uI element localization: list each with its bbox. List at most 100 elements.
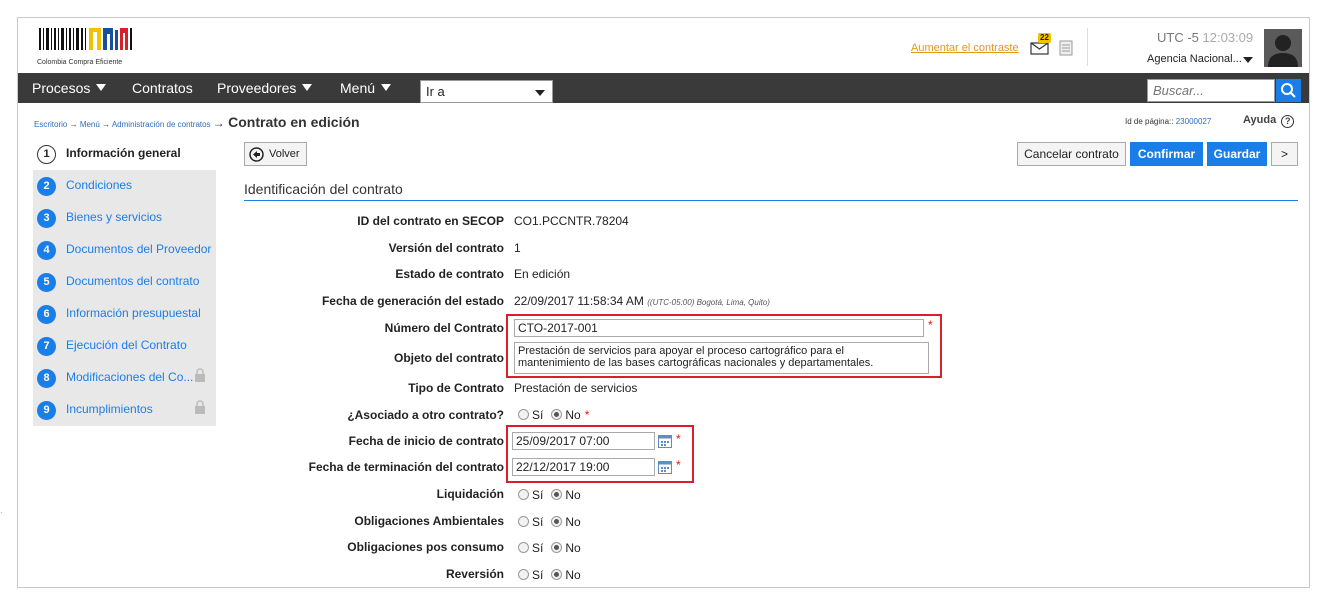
- goto-select-value: Ir a: [426, 84, 445, 99]
- radio-si[interactable]: [518, 489, 529, 500]
- agency-selector[interactable]: Agencia Nacional...: [1147, 53, 1242, 65]
- radio-si[interactable]: [518, 542, 529, 553]
- utc-label: UTC -5: [1157, 30, 1199, 45]
- objeto-contrato-textarea[interactable]: Prestación de servicios para apoyar el p…: [514, 342, 929, 374]
- required-mark: *: [928, 318, 933, 332]
- breadcrumb-arrow-icon: →: [212, 116, 229, 130]
- logo[interactable]: Colombia Compra Eficiente: [37, 28, 147, 68]
- caret-down-icon: [96, 84, 107, 91]
- asociado-radio-group: Sí No *: [518, 408, 589, 422]
- step-documentos-contrato[interactable]: 5 Documentos del contrato: [33, 266, 216, 298]
- search-button[interactable]: [1276, 79, 1301, 102]
- clock: UTC -5 12:03:09: [1157, 30, 1253, 45]
- version-label: Versión del contrato: [388, 241, 504, 255]
- numero-contrato-input[interactable]: CTO-2017-001: [514, 319, 924, 337]
- radio-no[interactable]: [551, 569, 563, 580]
- nav-label: Menú: [340, 80, 376, 96]
- header-divider: [1087, 28, 1088, 66]
- step-incumplimientos[interactable]: 9 Incumplimientos: [33, 394, 216, 426]
- step-label: Información presupuestal: [66, 306, 201, 320]
- back-button[interactable]: Volver: [244, 142, 307, 166]
- step-documentos-proveedor[interactable]: 4 Documentos del Proveedor: [33, 234, 216, 266]
- step-label: Incumplimientos: [66, 402, 153, 416]
- step-label: Modificaciones del Co...: [66, 370, 194, 384]
- asociado-label: ¿Asociado a otro contrato?: [347, 408, 504, 422]
- radio-label: Sí: [532, 408, 544, 422]
- radio-label: No: [565, 488, 581, 502]
- radio-no[interactable]: [551, 489, 563, 500]
- calendar-icon[interactable]: [658, 434, 672, 448]
- estado-value: En edición: [514, 267, 571, 281]
- step-label: Documentos del Proveedor: [66, 242, 212, 256]
- liquidacion-label: Liquidación: [436, 487, 504, 501]
- step-condiciones[interactable]: 2 Condiciones: [33, 170, 216, 202]
- estado-label: Estado de contrato: [395, 267, 504, 281]
- reversion-radio-group: Sí No: [518, 568, 589, 582]
- section-divider: [244, 200, 1298, 201]
- step-ejecucion-contrato[interactable]: 7 Ejecución del Contrato: [33, 330, 216, 362]
- document-icon[interactable]: [1059, 40, 1073, 56]
- breadcrumb: Escritorio → Menú → Administración de co…: [34, 114, 360, 130]
- radio-si[interactable]: [518, 516, 529, 527]
- required-mark: *: [584, 408, 590, 422]
- version-value: 1: [514, 241, 521, 255]
- objeto-line: mantenimiento de las bases cartográficas…: [518, 357, 874, 369]
- avatar[interactable]: [1264, 29, 1302, 67]
- radio-label: Sí: [532, 488, 544, 502]
- logo-text: Colombia Compra Eficiente: [37, 59, 123, 66]
- step-number: 1: [37, 145, 56, 164]
- section-title: Identificación del contrato: [244, 181, 403, 197]
- step-informacion-general[interactable]: 1 Información general: [33, 138, 216, 170]
- fecha-terminacion-input[interactable]: 22/12/2017 19:00: [512, 458, 655, 476]
- objeto-contrato-label: Objeto del contrato: [393, 351, 504, 365]
- nav-label: Proveedores: [217, 80, 297, 96]
- more-button[interactable]: >: [1271, 142, 1298, 166]
- fecha-generacion-datetime: 22/09/2017 11:58:34 AM: [514, 294, 644, 308]
- required-mark: *: [676, 458, 681, 472]
- posconsumo-radio-group: Sí No: [518, 541, 589, 555]
- liquidacion-radio-group: Sí No: [518, 488, 589, 502]
- help-label: Ayuda: [1243, 114, 1277, 126]
- required-mark: *: [676, 432, 681, 446]
- caret-down-icon: [381, 84, 392, 91]
- page-id-number[interactable]: 23000027: [1176, 117, 1212, 126]
- help-link[interactable]: Ayuda ?: [1243, 114, 1295, 128]
- radio-label: No: [565, 541, 581, 555]
- step-modificaciones[interactable]: 8 Modificaciones del Co...: [33, 362, 216, 394]
- cancel-contract-button[interactable]: Cancelar contrato: [1017, 142, 1126, 166]
- radio-no[interactable]: [551, 542, 563, 553]
- fecha-inicio-input[interactable]: 25/09/2017 07:00: [512, 432, 655, 450]
- breadcrumb-arrow-icon: →: [102, 120, 112, 129]
- breadcrumb-admin-contratos[interactable]: Administración de contratos: [112, 120, 211, 129]
- step-informacion-presupuestal[interactable]: 6 Información presupuestal: [33, 298, 216, 330]
- utc-time: 12:03:09: [1202, 30, 1254, 45]
- radio-no[interactable]: [551, 409, 563, 420]
- radio-label: No: [565, 515, 581, 529]
- radio-label: No: [565, 568, 581, 582]
- nav-proveedores[interactable]: Proveedores: [217, 73, 313, 103]
- posconsumo-label: Obligaciones pos consumo: [347, 540, 504, 554]
- nav-contratos[interactable]: Contratos: [132, 73, 193, 103]
- save-button[interactable]: Guardar: [1207, 142, 1267, 166]
- breadcrumb-arrow-icon: →: [69, 120, 80, 129]
- confirm-button[interactable]: Confirmar: [1130, 142, 1203, 166]
- radio-si[interactable]: [518, 409, 529, 420]
- increase-contrast-link[interactable]: Aumentar el contraste: [911, 42, 1019, 54]
- radio-no[interactable]: [551, 516, 563, 527]
- caret-down-icon: [302, 84, 313, 91]
- calendar-icon[interactable]: [658, 460, 672, 474]
- goto-select[interactable]: Ir a: [420, 80, 553, 103]
- breadcrumb-escritorio[interactable]: Escritorio: [34, 120, 67, 129]
- chevron-down-icon[interactable]: [1243, 57, 1253, 63]
- nav-menu[interactable]: Menú: [340, 73, 392, 103]
- step-label: Ejecución del Contrato: [66, 338, 187, 352]
- search-input[interactable]: [1147, 79, 1275, 102]
- back-arrow-icon: [249, 147, 264, 162]
- radio-si[interactable]: [518, 569, 529, 580]
- user-icon: [1268, 35, 1298, 67]
- breadcrumb-menu[interactable]: Menú: [80, 120, 100, 129]
- steps-sidebar: 1 Información general 2 Condiciones 3 Bi…: [33, 138, 216, 426]
- nav-label: Contratos: [132, 80, 193, 96]
- step-bienes-servicios[interactable]: 3 Bienes y servicios: [33, 202, 216, 234]
- nav-procesos[interactable]: Procesos: [32, 73, 107, 103]
